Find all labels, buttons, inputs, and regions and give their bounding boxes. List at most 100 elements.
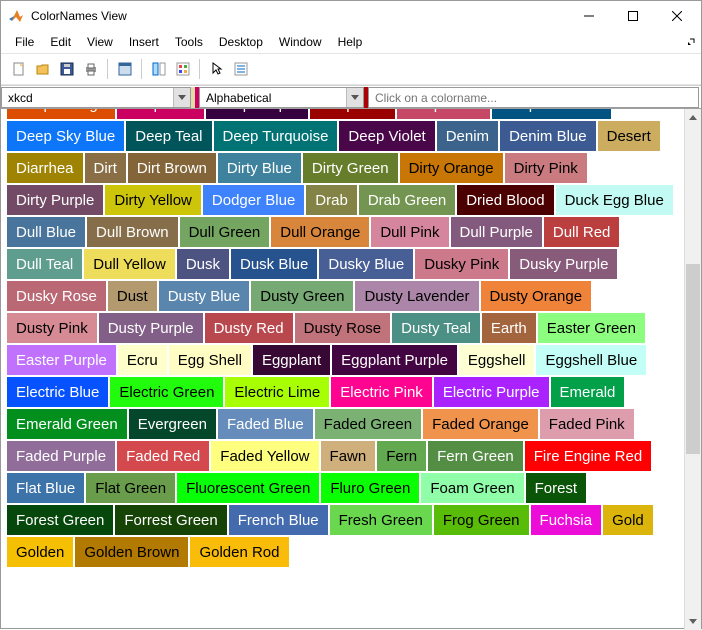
color-cell[interactable]: Gold	[603, 505, 653, 535]
color-cell[interactable]: Evergreen	[129, 409, 216, 439]
color-cell[interactable]: Faded Purple	[7, 441, 115, 471]
color-cell[interactable]: Dirty Blue	[218, 153, 301, 183]
menu-desktop[interactable]: Desktop	[211, 33, 271, 51]
color-cell[interactable]: Drab Green	[359, 185, 455, 215]
color-cell[interactable]: Dusty Lavender	[355, 281, 478, 311]
color-cell[interactable]: Fern	[377, 441, 426, 471]
color-cell[interactable]: Golden Rod	[190, 537, 288, 567]
color-cell[interactable]: Diarrhea	[7, 153, 83, 183]
color-cell[interactable]: Dust	[108, 281, 157, 311]
color-cell[interactable]: Electric Pink	[331, 377, 432, 407]
color-cell[interactable]: Dusty Orange	[481, 281, 592, 311]
color-cell[interactable]: Dirty Yellow	[105, 185, 201, 215]
color-cell[interactable]: Emerald Green	[7, 409, 127, 439]
color-cell[interactable]: Deep Rose	[397, 109, 490, 119]
color-cell[interactable]: Deep Sky Blue	[7, 121, 124, 151]
color-cell[interactable]: Denim Blue	[500, 121, 596, 151]
insert-legend-button[interactable]	[229, 58, 252, 81]
menu-insert[interactable]: Insert	[121, 33, 167, 51]
color-cell[interactable]: Dusky Rose	[7, 281, 106, 311]
color-cell[interactable]: Faded Red	[117, 441, 209, 471]
scroll-down-button[interactable]	[685, 613, 701, 630]
pointer-button[interactable]	[205, 58, 228, 81]
insert-colorbar-button[interactable]	[171, 58, 194, 81]
color-cell[interactable]: Dull Teal	[7, 249, 82, 279]
color-cell[interactable]: Deep Purple	[206, 109, 307, 119]
color-cell[interactable]: Dusty Rose	[295, 313, 391, 343]
color-cell[interactable]: Emerald	[551, 377, 625, 407]
color-cell[interactable]: Foam Green	[421, 473, 523, 503]
color-cell[interactable]: Dull Pink	[371, 217, 448, 247]
menu-file[interactable]: File	[7, 33, 42, 51]
color-cell[interactable]: Fluorescent Green	[177, 473, 319, 503]
color-cell[interactable]: Drab	[306, 185, 357, 215]
color-cell[interactable]: Dirty Orange	[400, 153, 503, 183]
menu-edit[interactable]: Edit	[42, 33, 79, 51]
color-cell[interactable]: Egg Shell	[169, 345, 251, 375]
color-cell[interactable]: Dusky Pink	[415, 249, 508, 279]
color-cell[interactable]: Faded Green	[315, 409, 421, 439]
color-cell[interactable]: Eggshell Blue	[536, 345, 646, 375]
color-cell[interactable]: Forest Green	[7, 505, 113, 535]
color-cell[interactable]: Golden	[7, 537, 73, 567]
color-cell[interactable]: Deep Red	[310, 109, 396, 119]
color-cell[interactable]: Deep Sea Blue	[492, 109, 611, 119]
color-cell[interactable]: Golden Brown	[75, 537, 188, 567]
color-cell[interactable]: Ecru	[118, 345, 167, 375]
menu-tools[interactable]: Tools	[167, 33, 211, 51]
color-cell[interactable]: Desert	[598, 121, 660, 151]
color-cell[interactable]: Deep Orange	[7, 109, 115, 119]
scroll-thumb[interactable]	[686, 264, 700, 454]
color-cell[interactable]: Dirty Green	[303, 153, 398, 183]
color-cell[interactable]: Dull Blue	[7, 217, 85, 247]
color-cell[interactable]: Forrest Green	[115, 505, 226, 535]
minimize-button[interactable]	[567, 2, 611, 30]
color-cell[interactable]: Dusty Green	[251, 281, 353, 311]
color-cell[interactable]: Deep Teal	[126, 121, 211, 151]
color-cell[interactable]: Dull Purple	[451, 217, 542, 247]
color-cell[interactable]: Deep Violet	[339, 121, 434, 151]
color-cell[interactable]: Dusty Blue	[159, 281, 250, 311]
color-cell[interactable]: Dull Red	[544, 217, 620, 247]
color-cell[interactable]: Eggplant Purple	[332, 345, 457, 375]
color-cell[interactable]: Frog Green	[434, 505, 529, 535]
color-cell[interactable]: Fresh Green	[330, 505, 432, 535]
color-cell[interactable]: Dusty Teal	[392, 313, 480, 343]
color-cell[interactable]: Fire Engine Red	[525, 441, 651, 471]
link-axes-button[interactable]	[147, 58, 170, 81]
menu-view[interactable]: View	[79, 33, 121, 51]
color-cell[interactable]: Dirt Brown	[128, 153, 216, 183]
color-cell[interactable]: Deep Turquoise	[214, 121, 338, 151]
vertical-scrollbar[interactable]	[684, 109, 701, 630]
color-cell[interactable]: Forest	[526, 473, 587, 503]
color-cell[interactable]: Dusky Blue	[319, 249, 413, 279]
color-cell[interactable]: Dusty Purple	[99, 313, 203, 343]
color-cell[interactable]: Eggshell	[459, 345, 535, 375]
menu-window[interactable]: Window	[271, 33, 330, 51]
toolbar-dropdown-icon[interactable]	[685, 35, 695, 49]
data-cursor-button[interactable]	[113, 58, 136, 81]
color-cell[interactable]: French Blue	[229, 505, 328, 535]
color-cell[interactable]: Electric Lime	[225, 377, 329, 407]
color-cell[interactable]: Dirty Pink	[505, 153, 587, 183]
color-cell[interactable]: Deep Pink	[117, 109, 204, 119]
color-cell[interactable]: Eggplant	[253, 345, 330, 375]
color-cell[interactable]: Dodger Blue	[203, 185, 304, 215]
color-cell[interactable]: Duck Egg Blue	[556, 185, 673, 215]
color-cell[interactable]: Easter Green	[538, 313, 645, 343]
color-cell[interactable]: Fawn	[321, 441, 376, 471]
color-cell[interactable]: Faded Orange	[423, 409, 538, 439]
sort-select[interactable]: Alphabetical	[199, 87, 364, 108]
color-cell[interactable]: Electric Purple	[434, 377, 549, 407]
color-cell[interactable]: Earth	[482, 313, 536, 343]
close-button[interactable]	[655, 2, 699, 30]
color-cell[interactable]: Dusty Pink	[7, 313, 97, 343]
maximize-button[interactable]	[611, 2, 655, 30]
color-cell[interactable]: Denim	[437, 121, 498, 151]
menu-help[interactable]: Help	[330, 33, 371, 51]
color-cell[interactable]: Dirty Purple	[7, 185, 103, 215]
color-cell[interactable]: Fuchsia	[531, 505, 602, 535]
color-cell[interactable]: Dirt	[85, 153, 126, 183]
color-cell[interactable]: Dusk	[177, 249, 229, 279]
color-cell[interactable]: Dried Blood	[457, 185, 553, 215]
